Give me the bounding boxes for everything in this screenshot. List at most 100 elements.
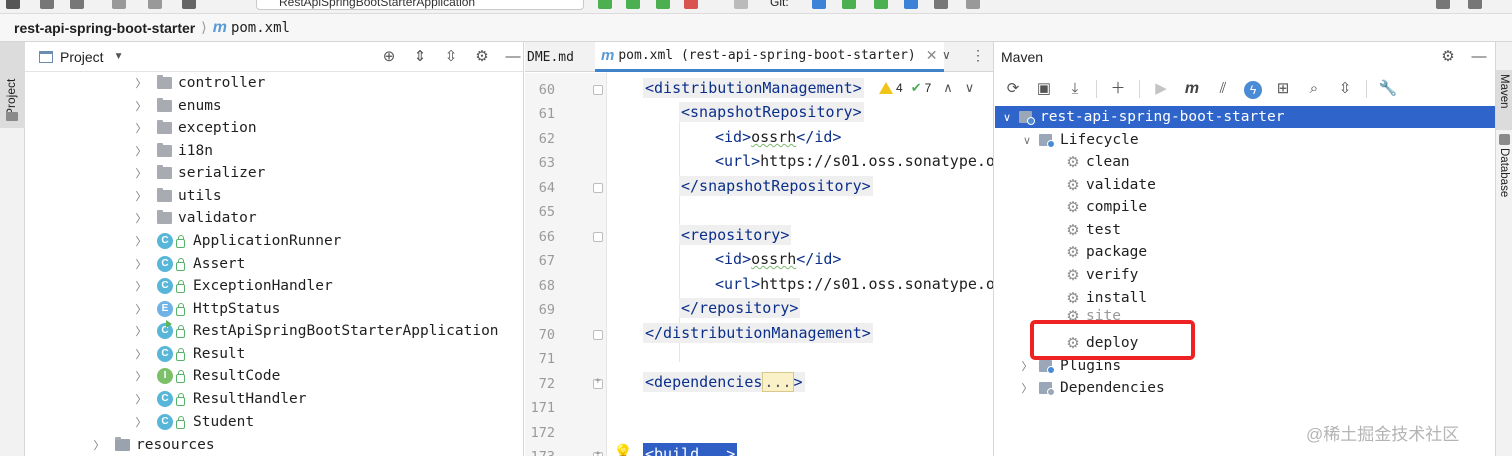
tree-class-assert[interactable]: 〉 C Assert <box>135 253 245 275</box>
chevron-right-icon[interactable]: 〉 <box>135 414 147 430</box>
code-line-63[interactable]: <url>https://s01.oss.sonatype.o <box>715 150 993 172</box>
lifecycle-goal-test[interactable]: ⚙ test <box>1065 219 1121 241</box>
debug-icon[interactable] <box>626 0 640 9</box>
code-line-60[interactable]: <distributionManagement> <box>643 77 864 99</box>
nav-forward-icon[interactable] <box>148 0 162 9</box>
sync-icon[interactable] <box>70 0 84 9</box>
lifecycle-goal-install[interactable]: ⚙ install <box>1065 287 1147 309</box>
chevron-right-icon[interactable]: 〉 <box>135 120 147 136</box>
code-line-68[interactable]: <url>https://s01.oss.sonatype.o <box>715 273 993 295</box>
expand-all-icon[interactable]: ⇕ <box>410 47 430 67</box>
chevron-down-icon[interactable]: ∨ <box>942 48 951 62</box>
search-icon[interactable]: ⌕ <box>1304 79 1324 99</box>
chevron-down-icon[interactable]: ∨ <box>1001 111 1013 124</box>
project-view-selector[interactable]: Project <box>60 49 104 65</box>
reload-icon[interactable]: ⟳ <box>1003 79 1023 99</box>
code-line-67[interactable]: <id>ossrh</id> <box>715 248 841 270</box>
history-icon[interactable] <box>934 0 948 9</box>
breadcrumb-file[interactable]: pom.xml <box>231 20 290 36</box>
tree-folder-utils[interactable]: 〉 utils <box>135 185 222 207</box>
code-line-64[interactable]: </snapshotRepository> <box>679 175 873 197</box>
chevron-right-icon[interactable]: 〉 <box>93 437 105 453</box>
chevron-right-icon[interactable]: 〉 <box>135 165 147 181</box>
maven-tool-tab[interactable]: Maven <box>1496 70 1512 130</box>
code-line-66[interactable]: <repository> <box>679 224 792 246</box>
code-line-70[interactable]: </distributionManagement> <box>643 322 873 344</box>
chevron-right-icon[interactable]: 〉 <box>135 75 147 91</box>
tree-class-restapispringbootstarterapplication[interactable]: 〉 C RestApiSpringBootStarterApplication <box>135 320 499 342</box>
collapse-all-icon[interactable]: ⇳ <box>1335 79 1355 99</box>
skip-tests-icon[interactable]: ϟ <box>1244 80 1262 99</box>
download-icon[interactable]: ⤓ <box>1065 79 1085 99</box>
close-icon[interactable]: ✕ <box>926 47 938 64</box>
toggle-offline-icon[interactable]: ⫽ <box>1213 79 1233 99</box>
chevron-right-icon[interactable]: 〉 <box>135 210 147 226</box>
git-compare-icon[interactable] <box>904 0 918 9</box>
fold-marker[interactable] <box>593 232 603 242</box>
chevron-right-icon[interactable]: 〉 <box>135 278 147 294</box>
hide-icon[interactable]: — <box>503 47 523 67</box>
tree-class-student[interactable]: 〉 C Student <box>135 411 254 433</box>
collapse-all-icon[interactable]: ⇳ <box>441 47 461 67</box>
maven-project-root[interactable]: ∨ rest-api-spring-boot-starter <box>995 106 1495 128</box>
folded-region[interactable]: ... <box>762 372 794 392</box>
user-icon[interactable] <box>182 0 196 9</box>
chevron-right-icon[interactable]: 〉 <box>1021 358 1033 374</box>
chevron-right-icon[interactable]: 〉 <box>135 391 147 407</box>
back-icon[interactable] <box>40 0 54 9</box>
chevron-right-icon[interactable]: 〉 <box>135 188 147 204</box>
lifecycle-goal-verify[interactable]: ⚙ verify <box>1065 264 1138 286</box>
fold-marker[interactable] <box>593 85 603 95</box>
tree-folder-serializer[interactable]: 〉 serializer <box>135 162 265 184</box>
build-icon[interactable] <box>6 0 20 9</box>
generate-sources-icon[interactable]: ▣ <box>1034 79 1054 99</box>
chevron-right-icon[interactable]: 〉 <box>135 233 147 249</box>
inspections-widget[interactable]: 4 ✔ 7 ∧ ∨ <box>879 80 974 96</box>
chevron-right-icon[interactable]: 〉 <box>135 301 147 317</box>
chevron-right-icon[interactable]: 〉 <box>135 323 147 339</box>
profile-icon[interactable] <box>684 0 698 9</box>
code-line-173[interactable]: <build...> <box>643 443 738 456</box>
nav-back-icon[interactable] <box>112 0 126 9</box>
chevron-right-icon[interactable]: 〉 <box>135 98 147 114</box>
chevron-right-icon[interactable]: 〉 <box>135 346 147 362</box>
git-push-icon[interactable] <box>874 0 888 9</box>
lifecycle-goal-compile[interactable]: ⚙ compile <box>1065 196 1147 218</box>
stop-icon[interactable] <box>734 0 748 9</box>
maven-lifecycle-node[interactable]: ∨ Lifecycle <box>1021 129 1139 151</box>
tree-folder-resources[interactable]: 〉 resources <box>93 434 215 456</box>
expand-fold-marker[interactable] <box>593 376 603 389</box>
locate-file-icon[interactable]: ⊕ <box>379 47 399 67</box>
tree-folder-exception[interactable]: 〉 exception <box>135 117 257 139</box>
tree-class-result[interactable]: 〉 C Result <box>135 343 245 365</box>
gear-icon[interactable]: ⚙ <box>472 47 492 67</box>
tree-folder-validator[interactable]: 〉 validator <box>135 207 257 229</box>
run-icon[interactable]: ▶ <box>1151 79 1171 99</box>
lightbulb-icon[interactable]: 💡 <box>613 443 633 456</box>
hide-icon[interactable]: — <box>1469 47 1489 67</box>
show-dependencies-icon[interactable]: ⊞ <box>1273 79 1293 99</box>
tree-folder-enums[interactable]: 〉 enums <box>135 95 222 117</box>
chevron-right-icon[interactable]: 〉 <box>135 256 147 272</box>
lifecycle-goal-clean[interactable]: ⚙ clean <box>1065 151 1129 173</box>
rollback-icon[interactable] <box>966 0 980 9</box>
lifecycle-goal-package[interactable]: ⚙ package <box>1065 241 1147 263</box>
tree-folder-controller[interactable]: 〉 controller <box>135 72 265 94</box>
chevron-down-icon[interactable]: ∨ <box>1021 134 1033 147</box>
tab-readme[interactable]: DME.md <box>527 42 574 72</box>
code-line-69[interactable]: </repository> <box>679 297 801 319</box>
tree-interface-resultcode[interactable]: 〉 I ResultCode <box>135 365 280 387</box>
tree-folder-i18n[interactable]: 〉 i18n <box>135 140 213 162</box>
database-tool-tab[interactable]: Database <box>1498 148 1510 197</box>
search-everywhere-icon[interactable] <box>1436 0 1450 9</box>
more-icon[interactable]: ⋮ <box>971 47 985 64</box>
next-highlight-icon[interactable]: ∨ <box>965 80 975 96</box>
fold-marker[interactable] <box>593 330 603 340</box>
tree-class-applicationrunner[interactable]: 〉 C ApplicationRunner <box>135 230 341 252</box>
code-line-61[interactable]: <snapshotRepository> <box>679 101 864 123</box>
tree-class-resulthandler[interactable]: 〉 C ResultHandler <box>135 388 307 410</box>
tree-enum-httpstatus[interactable]: 〉 E HttpStatus <box>135 298 280 320</box>
chevron-right-icon[interactable]: 〉 <box>1021 380 1033 396</box>
chevron-right-icon[interactable]: 〉 <box>135 368 147 384</box>
previous-highlight-icon[interactable]: ∧ <box>943 80 953 96</box>
